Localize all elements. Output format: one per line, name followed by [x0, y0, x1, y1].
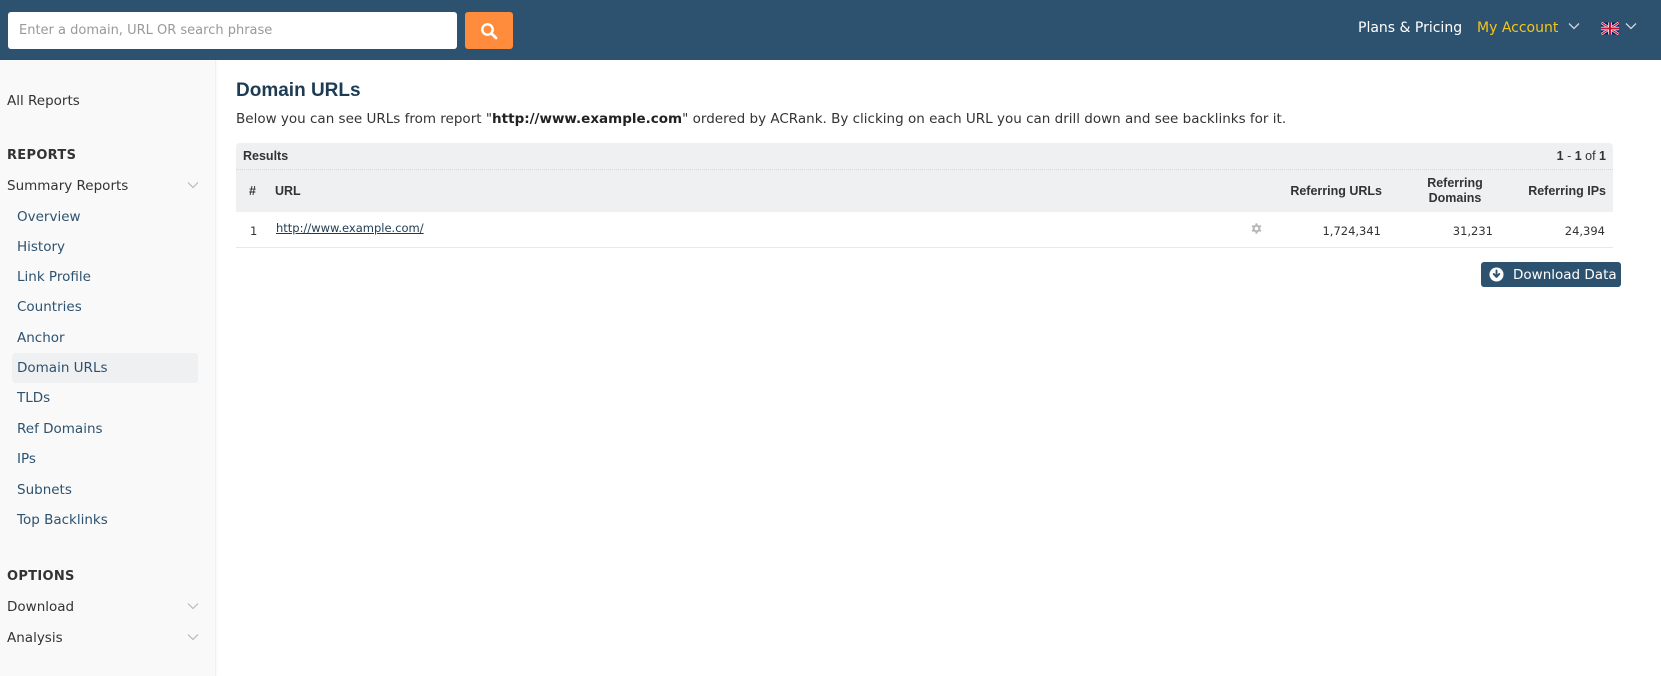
results-total: 1 — [1599, 149, 1606, 163]
sidebar-item-link-profile[interactable]: Link Profile — [12, 262, 198, 292]
results-bar: Results 1 - 1 of 1 — [236, 143, 1613, 170]
download-circle-icon — [1489, 267, 1504, 282]
referring-domains-line1: Referring — [1427, 176, 1483, 190]
referring-domains-line2: Domains — [1428, 191, 1482, 205]
chevron-down-icon — [187, 634, 199, 641]
description-text-after: " ordered by ACRank. By clicking on each… — [682, 111, 1287, 127]
sidebar-item-history[interactable]: History — [12, 232, 198, 262]
column-header-url[interactable]: URL — [275, 184, 301, 198]
summary-reports-toggle[interactable]: Summary Reports — [7, 178, 199, 194]
page-description: Below you can see URLs from report "http… — [236, 111, 1286, 127]
reports-heading: REPORTS — [7, 148, 77, 163]
search-icon — [481, 22, 498, 39]
column-header-referring-urls[interactable]: Referring URLs — [1290, 184, 1382, 198]
row-referring-domains: 31,231 — [1452, 224, 1493, 238]
table-header: # URL Referring URLs Referring Domains Re… — [236, 170, 1613, 212]
page-title: Domain URLs — [236, 80, 361, 101]
language-chevron-icon[interactable] — [1625, 22, 1637, 30]
column-header-referring-domains[interactable]: Referring Domains — [1415, 176, 1495, 206]
results-label: Results — [243, 149, 289, 163]
description-text-before: Below you can see URLs from report " — [236, 111, 493, 127]
sidebar-item-tlds[interactable]: TLDs — [12, 383, 198, 413]
column-header-num: # — [249, 184, 256, 198]
sidebar-item-ips[interactable]: IPs — [12, 444, 198, 474]
results-count: 1 - 1 of 1 — [1557, 149, 1606, 163]
sidebar-item-countries[interactable]: Countries — [12, 292, 198, 322]
download-options-toggle[interactable]: Download — [7, 599, 199, 615]
chevron-down-icon — [187, 182, 199, 189]
search-button[interactable] — [465, 12, 513, 49]
sidebar-item-subnets[interactable]: Subnets — [12, 475, 198, 505]
download-options-label: Download — [7, 599, 75, 615]
column-header-referring-ips[interactable]: Referring IPs — [1528, 184, 1606, 198]
chevron-down-icon[interactable] — [1568, 22, 1580, 30]
report-domain: http://www.example.com — [492, 111, 683, 127]
analysis-options-toggle[interactable]: Analysis — [7, 630, 199, 646]
table-row: 1 http://www.example.com/ 1,724,341 31,2… — [236, 212, 1613, 248]
plans-pricing-link[interactable]: Plans & Pricing — [1358, 20, 1462, 36]
of-label: of — [1581, 149, 1600, 163]
sidebar-item-ref-domains[interactable]: Ref Domains — [12, 414, 198, 444]
sidebar-item-top-backlinks[interactable]: Top Backlinks — [12, 505, 198, 535]
options-heading: OPTIONS — [7, 569, 75, 584]
row-referring-ips: 24,394 — [1564, 224, 1605, 238]
download-data-label: Download Data — [1513, 266, 1617, 283]
row-referring-urls: 1,724,341 — [1322, 224, 1381, 238]
search-input[interactable] — [8, 12, 457, 49]
sidebar-item-anchor[interactable]: Anchor — [12, 323, 198, 353]
analysis-options-label: Analysis — [7, 630, 63, 646]
sidebar: All Reports REPORTS Summary Reports Over… — [0, 60, 216, 676]
top-navigation-bar: Plans & Pricing My Account — [0, 0, 1661, 60]
row-number: 1 — [250, 224, 258, 238]
range-separator: - — [1563, 149, 1575, 163]
all-reports-link[interactable]: All Reports — [7, 93, 80, 109]
range-end: 1 — [1574, 149, 1582, 163]
my-account-menu[interactable]: My Account — [1477, 20, 1558, 36]
gear-icon[interactable] — [1250, 222, 1263, 235]
uk-flag-icon[interactable] — [1601, 22, 1619, 35]
summary-reports-label: Summary Reports — [7, 178, 129, 194]
sidebar-item-overview[interactable]: Overview — [12, 202, 198, 232]
range-start: 1 — [1556, 149, 1564, 163]
chevron-down-icon — [187, 603, 199, 610]
download-data-button[interactable]: Download Data — [1481, 262, 1621, 287]
row-url-link[interactable]: http://www.example.com/ — [276, 221, 424, 235]
sidebar-item-domain-urls[interactable]: Domain URLs — [12, 353, 198, 383]
